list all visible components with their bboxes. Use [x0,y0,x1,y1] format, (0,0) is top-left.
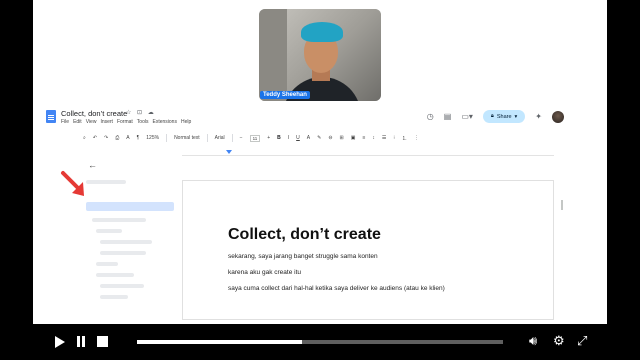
webcam-name-tag: Teddy Sheehan [260,91,310,99]
settings-icon[interactable]: ⚙︎ [553,333,565,349]
doc-line: sekarang, saya jarang banget struggle sa… [228,253,378,260]
scrollbar[interactable] [561,200,563,210]
text-color-icon[interactable]: A [307,135,310,141]
search-icon[interactable]: ⌕ [83,135,86,141]
share-label: Share [496,113,512,120]
zoom-select[interactable]: 125% [146,135,159,141]
align-icon[interactable]: ≡ [362,135,365,141]
redo-icon[interactable]: ↷ [104,135,108,141]
lock-icon: 🔒︎ [490,113,494,119]
more-icon[interactable]: ⋮ [414,135,419,141]
font-select[interactable]: Arial [215,135,225,141]
document-page[interactable]: Collect, don’t create sekarang, saya jar… [182,180,554,320]
menu-file[interactable]: File [61,119,69,125]
menu-insert[interactable]: Insert [100,119,113,125]
divider [206,134,208,142]
image-icon[interactable]: ▣ [351,135,356,141]
divider [166,134,168,142]
doc-heading: Collect, don’t create [228,226,381,243]
bullets-icon[interactable]: ⁝ [393,135,395,141]
highlight-icon[interactable]: ✎ [317,135,321,141]
line-spacing-icon[interactable]: ↕ [372,135,375,141]
webcam-door [259,9,287,101]
stop-button[interactable] [97,336,108,347]
share-button[interactable]: 🔒︎ Share ▾ [482,110,526,123]
menu-extensions[interactable]: Extensions [152,119,176,125]
history-icon[interactable]: ◷ [427,112,434,121]
menu-view[interactable]: View [86,119,97,125]
webcam-person-hair [301,22,343,42]
doc-line: saya cuma collect dari hal-hal ketika sa… [228,285,445,292]
menu-help[interactable]: Help [181,119,191,125]
decrease-size-icon[interactable]: − [240,135,243,141]
paint-format-icon[interactable]: ¶ [137,135,140,141]
italic-icon[interactable]: I [288,135,289,141]
meet-icon[interactable]: ▭▾ [461,112,473,121]
seek-bar[interactable] [137,340,503,344]
menu-edit[interactable]: Edit [73,119,82,125]
menu-tools[interactable]: Tools [137,119,149,125]
header-actions: ◷ ▤ ▭▾ 🔒︎ Share ▾ ✦ [427,110,564,123]
chevron-down-icon: ▾ [514,113,518,120]
title-actions-icons[interactable]: ☆ ⊡ ☁ [126,109,156,116]
numbered-list-icon[interactable]: ⒈ [402,135,407,142]
gemini-icon[interactable]: ✦ [535,112,542,121]
print-icon[interactable]: ⎙ [115,135,119,141]
avatar[interactable] [552,110,564,123]
spellcheck-icon[interactable]: A [126,135,129,141]
menu-format[interactable]: Format [117,119,133,125]
increase-size-icon[interactable]: + [267,135,270,141]
video-player: Teddy Sheehan Collect, don’t create ☆ ⊡ … [0,0,640,360]
doc-line: karena aku gak create itu [228,269,301,276]
checklist-icon[interactable]: ☰ [382,135,386,141]
undo-icon[interactable]: ↶ [93,135,97,141]
webcam-overlay: Teddy Sheehan [259,9,381,101]
docs-logo-icon[interactable] [46,110,56,123]
back-arrow-icon[interactable]: ← [88,160,97,170]
doc-title[interactable]: Collect, don’t create [61,109,127,118]
player-controls: 🔊︎ ⚙︎ ⤢ [33,324,607,360]
divider [231,134,233,142]
seek-progress [137,340,302,344]
menu-bar: File Edit View Insert Format Tools Exten… [61,119,191,125]
volume-icon[interactable]: 🔊︎ [529,333,537,349]
ruler[interactable] [182,150,554,156]
indent-marker-icon[interactable] [226,150,232,154]
fullscreen-icon[interactable]: ⤢ [577,333,587,349]
underline-icon[interactable]: U [296,135,300,141]
style-select[interactable]: Normal text [174,135,200,141]
comments-icon[interactable]: ▤ [444,112,452,121]
video-frame: Teddy Sheehan Collect, don’t create ☆ ⊡ … [33,0,607,324]
font-size-input[interactable]: 11 [249,134,261,142]
comment-icon[interactable]: ⊞ [340,135,344,141]
pause-button[interactable] [77,336,85,347]
link-icon[interactable]: ⊖ [328,135,332,141]
docs-toolbar: ⌕ ↶ ↷ ⎙ A ¶ 125% Normal text Arial − 11 … [79,132,599,144]
bold-icon[interactable]: B [277,135,281,141]
play-button[interactable] [55,336,65,348]
